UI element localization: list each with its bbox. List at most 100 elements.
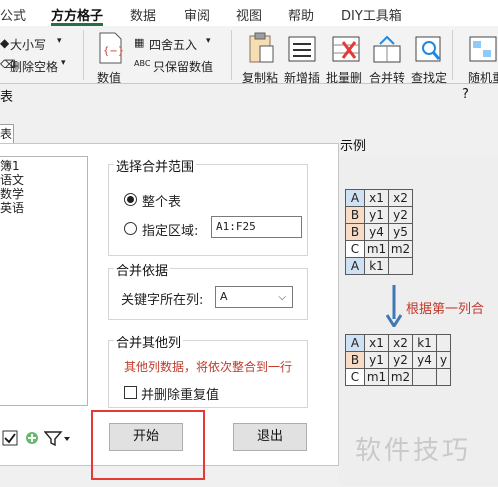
help-button[interactable]: ? — [462, 87, 469, 102]
whole-table-label[interactable]: 整个表 — [142, 191, 181, 210]
other-columns-title: 合并其他列 — [114, 332, 184, 351]
table-cell: B — [345, 206, 365, 224]
whole-table-radio[interactable] — [124, 193, 137, 206]
table-cell: x1 — [364, 334, 389, 352]
separator — [231, 30, 232, 80]
abc-icon: ABC — [134, 59, 151, 68]
table-cell: k1 — [412, 334, 437, 352]
table-cell: x2 — [388, 334, 413, 352]
table-cell: y2 — [388, 206, 413, 224]
example-title: 示例 — [340, 139, 367, 154]
table-cell: y4 — [412, 351, 437, 369]
tab-review[interactable]: 审阅 — [184, 5, 210, 24]
table-cell: y5 — [388, 223, 413, 241]
range-group — [108, 164, 308, 256]
table-cell: C — [345, 368, 365, 386]
table-row: A x1 x2 k1 — [345, 334, 451, 352]
sheet-list[interactable]: 簿1 语文 数学 英语 — [0, 156, 88, 406]
list-item[interactable]: 数学 — [0, 187, 24, 201]
table-cell: y — [436, 351, 451, 369]
table-cell — [436, 334, 451, 352]
table-cell: y2 — [388, 351, 413, 369]
table-cell: x2 — [388, 189, 413, 207]
exit-button[interactable]: 退出 — [233, 423, 307, 451]
range-radio[interactable] — [124, 222, 137, 235]
list-item[interactable]: 英语 — [0, 201, 24, 215]
batch-delete-icon — [332, 36, 360, 62]
example-after-table: A x1 x2 k1 B y1 y2 y4 y C m1 m2 — [345, 334, 451, 386]
separator — [452, 30, 453, 80]
table-cell: y4 — [364, 223, 389, 241]
arrow-down-icon — [386, 285, 402, 327]
table-cell: A — [345, 189, 365, 207]
case-button[interactable]: 大小写 — [10, 36, 46, 53]
table-cell: y1 — [364, 351, 389, 369]
select-all-checkbox-icon[interactable] — [2, 430, 18, 446]
tab-help[interactable]: 帮助 — [288, 5, 314, 24]
table-cell — [436, 368, 451, 386]
table-cell: m2 — [388, 368, 413, 386]
remove-space-button[interactable]: 删除空格 — [10, 58, 58, 75]
table-cell — [388, 257, 413, 275]
table-cell: C — [345, 240, 365, 258]
tab-view[interactable]: 视图 — [236, 5, 262, 24]
example-before-table: A x1 x2 B y1 y2 B y4 y5 C m1 m2 A k1 — [345, 189, 413, 275]
table-row: B y1 y2 — [345, 206, 413, 224]
separator — [83, 30, 84, 80]
chevron-down-icon: ▾ — [206, 36, 211, 46]
range-input[interactable]: A1:F25 — [211, 216, 302, 238]
dialog-title: 表 — [0, 90, 14, 105]
merge-convert-icon — [373, 35, 401, 63]
round-button[interactable]: 四舍五入 — [149, 36, 197, 53]
filter-icon[interactable] — [44, 430, 72, 446]
table-cell: A — [345, 334, 365, 352]
table-cell: m1 — [364, 368, 389, 386]
tab-diy-toolbox[interactable]: DIY工具箱 — [341, 5, 402, 24]
table-cell: B — [345, 223, 365, 241]
list-item[interactable]: 语文 — [0, 173, 24, 187]
table-cell: m2 — [388, 240, 413, 258]
dedupe-checkbox[interactable] — [124, 386, 137, 399]
case-icon: ◆ — [0, 36, 10, 50]
dedupe-label[interactable]: 并删除重复值 — [141, 384, 219, 403]
dialog-tab[interactable]: 表 — [0, 124, 14, 144]
basis-group-title: 合并依据 — [114, 260, 171, 279]
watermark: 软件技巧 — [355, 436, 472, 466]
tab-fangfanggezi[interactable]: 方方格子 — [51, 5, 103, 24]
table-cell — [412, 368, 437, 386]
tab-data[interactable]: 数据 — [130, 5, 156, 24]
random-icon — [469, 36, 497, 62]
range-label[interactable]: 指定区域: — [142, 220, 198, 239]
key-column-select[interactable]: A ⌵ — [215, 286, 293, 308]
table-cell: y1 — [364, 206, 389, 224]
highlight-annotation — [91, 410, 205, 480]
add-sheet-icon[interactable] — [24, 430, 40, 446]
range-group-title: 选择合并范围 — [114, 156, 197, 175]
copy-paste-icon — [249, 32, 274, 63]
merge-direction-label: 根据第一列合 — [406, 302, 485, 317]
chevron-down-icon: ⌵ — [278, 292, 286, 303]
table-row: B y1 y2 y4 y — [345, 351, 451, 369]
chevron-down-icon: ▾ — [57, 36, 62, 46]
table-row: C m1 m2 — [345, 368, 451, 386]
table-cell: B — [345, 351, 365, 369]
keep-value-button[interactable]: 只保留数值 — [153, 58, 213, 75]
insert-row-icon — [288, 36, 316, 62]
table-cell: x1 — [364, 189, 389, 207]
grid-icon: ▦ — [134, 36, 145, 49]
list-item[interactable]: 簿1 — [0, 159, 20, 173]
tab-formulas[interactable]: 公式 — [0, 5, 26, 24]
table-row: A x1 x2 — [345, 189, 413, 207]
find-locate-icon — [415, 36, 441, 62]
table-row: A k1 — [345, 257, 413, 275]
svg-text:{−}: {−} — [103, 46, 123, 57]
ribbon-body: ◆ 大小写 ▾ ⌫ 删除空格 ▾ {−} 数值 ▦ 四舍五入 ▾ ABC 只保留… — [0, 26, 498, 85]
value-icon: {−} — [99, 32, 123, 64]
table-cell: m1 — [364, 240, 389, 258]
key-column-label: 关键字所在列: — [121, 293, 204, 308]
table-row: B y4 y5 — [345, 223, 413, 241]
chevron-down-icon: ▾ — [61, 58, 66, 68]
table-cell: A — [345, 257, 365, 275]
table-cell: k1 — [364, 257, 389, 275]
other-columns-note: 其他列数据，将依次整合到一行 — [124, 360, 293, 374]
